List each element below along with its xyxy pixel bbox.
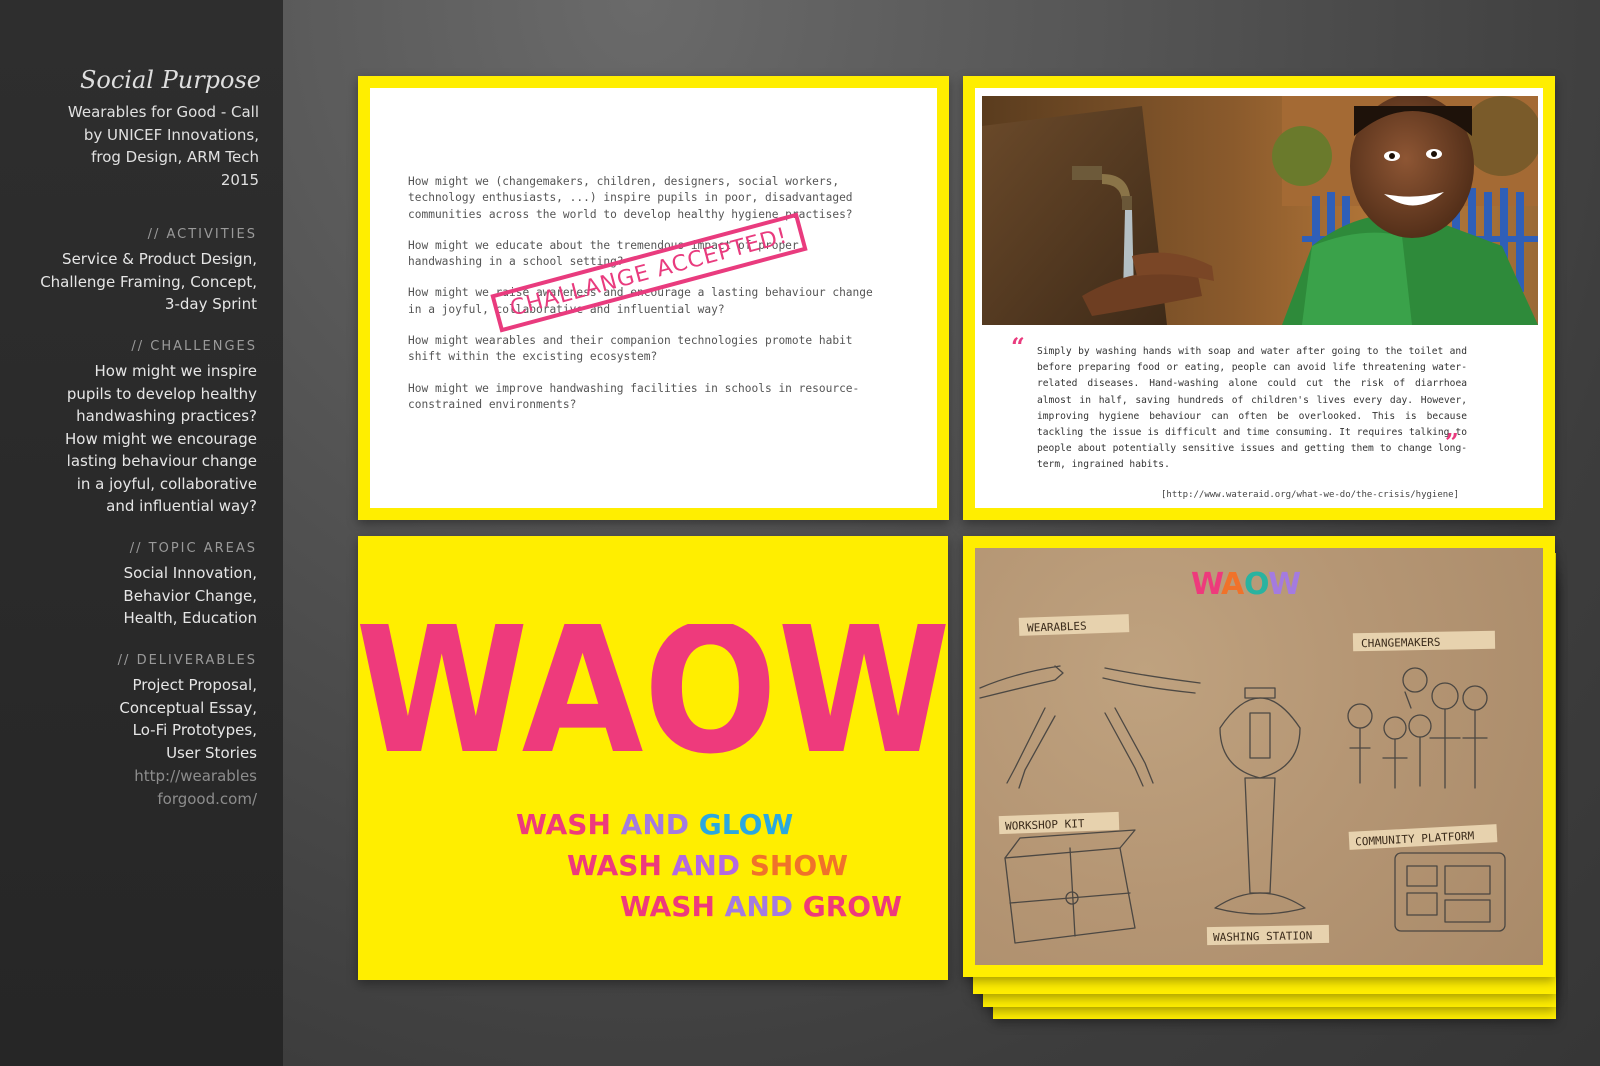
activities-line: 3-day Sprint [164,295,257,313]
tag-word: AND [671,849,750,882]
label-changemakers: CHANGEMAKERS [1361,636,1441,650]
challenges-line: lasting behaviour change [66,452,257,470]
photo-illustration [982,96,1538,325]
challenges-line: in a joyful, collaborative [76,474,257,493]
concept-sketch-panel[interactable]: WEARABLES CHANGEMAKERS WORKSHOP KIT COMM… [963,536,1555,977]
topic-line: Behavior Change, [123,586,257,605]
hmw-question-list: How might we (changemakers, children, de… [408,174,878,428]
boy-washing-hands-photo [982,96,1538,325]
hmw-question: How might wearables and their companion … [408,334,853,364]
link-line: forgood.com/ [157,789,257,808]
challenges-line: How might we inspire [94,362,257,380]
activities-text: Service & Product Design, Challenge Fram… [7,248,257,316]
deliverable-line: Project Proposal, [132,676,257,694]
waow-typography-panel[interactable]: WAOW WASH AND GLOW WASH AND SHOW WASH AN… [358,536,948,980]
sketch-title-letter: W [1191,567,1224,602]
tag-word: AND [620,808,699,841]
project-website-link[interactable]: http://wearables forgood.com/ [57,765,257,810]
tag-word: GROW [802,890,902,923]
sketch-waow-title: W A O W [1191,567,1301,602]
deliverable-line: Conceptual Essay, [119,698,257,717]
tagline-show: WASH AND SHOW [567,849,848,882]
challenges-text: How might we inspire pupils to develop h… [7,360,257,518]
tagline-glow: WASH AND GLOW [516,808,793,841]
challenges-line: pupils to develop healthy [66,384,257,403]
sketch-title-letter: A [1221,567,1245,602]
hmw-questions-panel[interactable]: How might we (changemakers, children, de… [358,76,949,520]
wateraid-quote: Simply by washing hands with soap and wa… [1037,346,1467,471]
tag-word: WASH [567,849,672,882]
tagline-grow: WASH AND GROW [620,890,902,923]
activities-line: Challenge Framing, Concept, [40,272,257,291]
topic-areas-heading: // TOPIC AREAS [129,541,257,556]
project-subtitle: Wearables for Good - Call by UNICEF Inno… [19,101,259,191]
deliverables-heading: // DELIVERABLES [117,653,257,668]
subtitle-line: 2015 [220,170,259,189]
kraft-paper-board: WEARABLES CHANGEMAKERS WORKSHOP KIT COMM… [975,548,1543,965]
tag-word: AND [724,890,803,923]
project-sidebar: Social Purpose Wearables for Good - Call… [0,0,283,1066]
topic-areas-text: Social Innovation, Behavior Change, Heal… [7,562,257,630]
challenges-line: How might we encourage [65,429,257,448]
project-category-title: Social Purpose [79,66,261,94]
quote-source: [http://www.wateraid.org/what-we-do/the-… [1160,490,1459,500]
sketch-title-letter: W [1268,567,1301,602]
tag-word: SHOW [749,849,849,882]
label-washing-station: WASHING STATION [1213,929,1313,944]
challenges-heading: // CHALLENGES [131,339,257,354]
link-line: http://wearables [134,767,257,785]
activities-heading: // ACTIVITIES [147,227,257,242]
photo-quote-card: “ Simply by washing hands with soap and … [975,88,1543,508]
deliverable-line: Lo-Fi Prototypes, [132,721,257,739]
sketch-title-letter: O [1244,567,1270,602]
hmw-question: How might we improve handwashing facilit… [408,381,860,411]
hmw-question: How might we (changemakers, children, de… [408,175,853,221]
activities-line: Service & Product Design, [62,250,257,268]
subtitle-line: by UNICEF Innovations, [83,125,259,144]
challenges-line: and influential way? [106,497,257,515]
label-wearables: WEARABLES [1027,620,1087,635]
tag-word: WASH [620,890,725,923]
close-quote-mark: ” [1445,428,1459,457]
subtitle-line: frog Design, ARM Tech [91,148,259,166]
subtitle-line: Wearables for Good - Call [67,103,259,121]
tag-word: WASH [516,808,621,841]
label-workshop-kit: WORKSHOP KIT [1005,817,1085,833]
topic-line: Social Innovation, [123,564,257,582]
deliverables-text: Project Proposal, Conceptual Essay, Lo-F… [7,674,257,764]
deliverable-line: User Stories [166,743,257,762]
concept-sketch: WEARABLES CHANGEMAKERS WORKSHOP KIT COMM… [979,567,1506,946]
topic-line: Health, Education [123,609,257,627]
challenges-line: handwashing practices? [76,407,257,425]
tag-word: GLOW [698,808,794,841]
tagline-group: WASH AND GLOW WASH AND SHOW WASH AND GRO… [358,536,948,980]
photo-quote-panel[interactable]: “ Simply by washing hands with soap and … [963,76,1555,520]
open-quote-mark: “ [1011,332,1025,361]
hmw-card: How might we (changemakers, children, de… [370,88,937,508]
